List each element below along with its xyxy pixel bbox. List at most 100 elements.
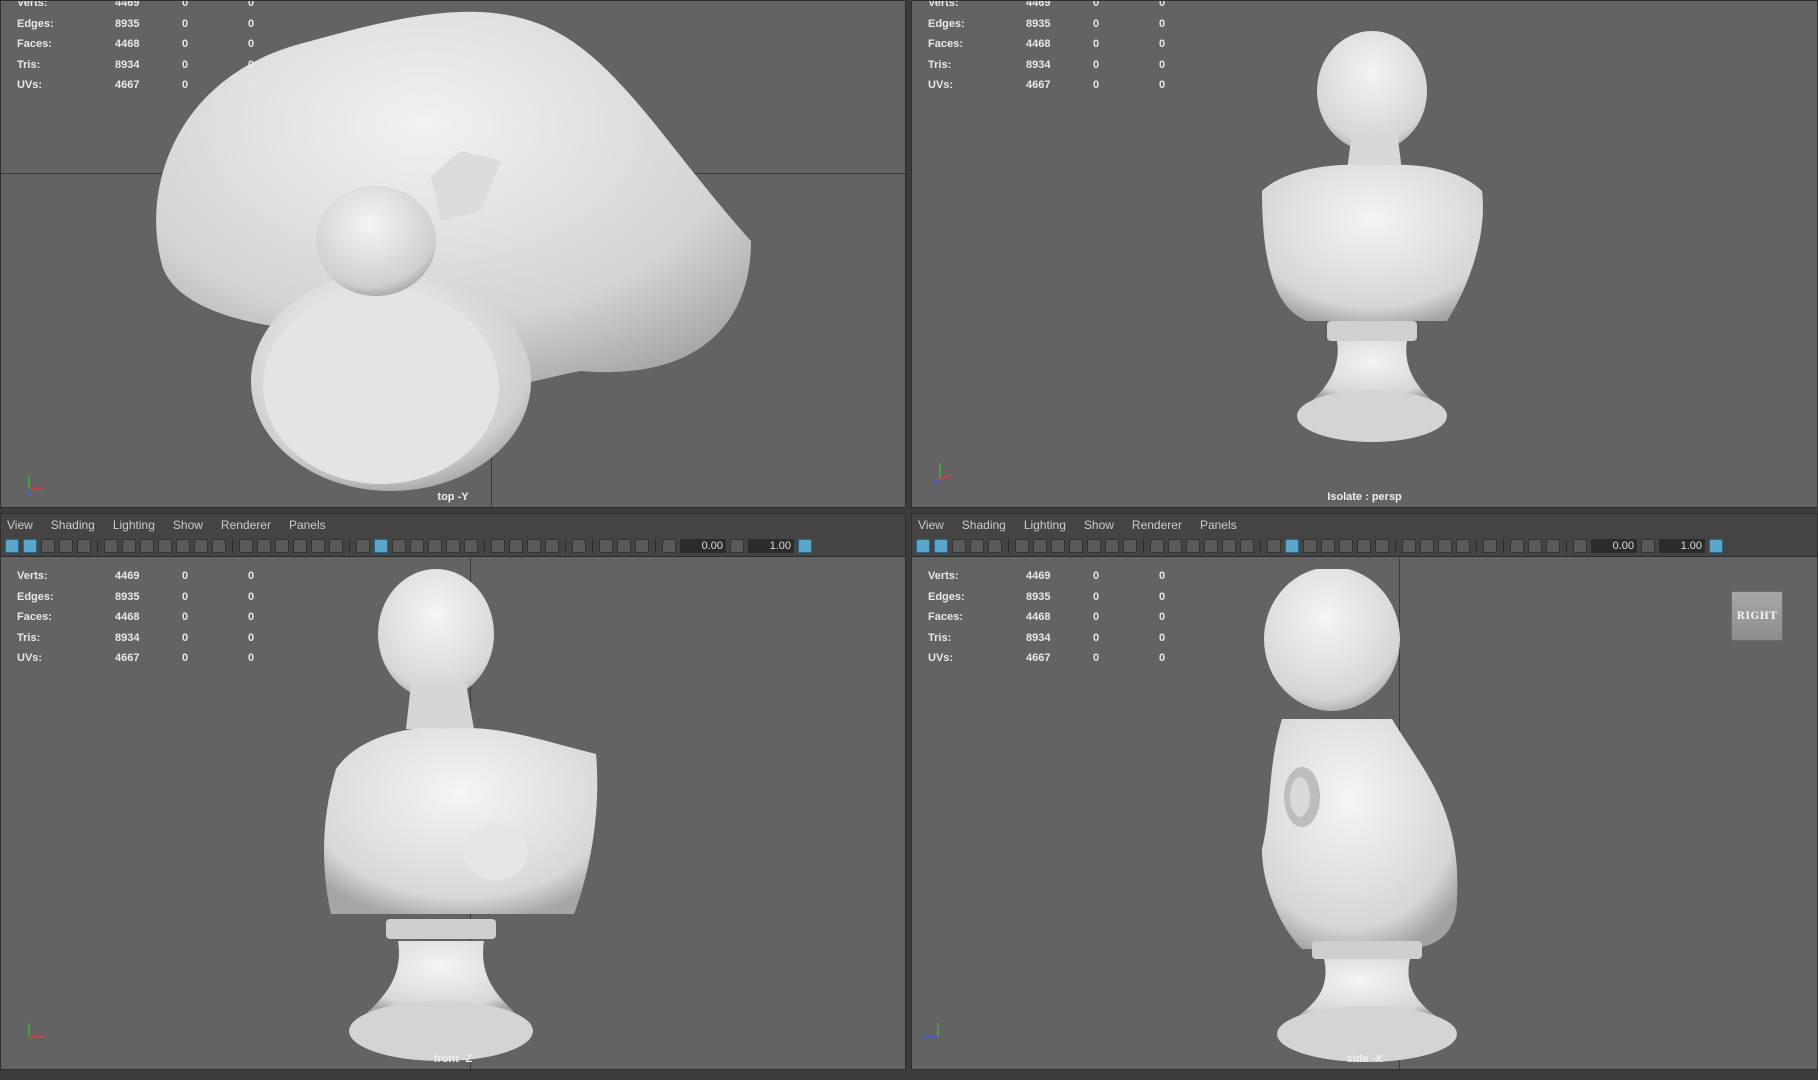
panel-menubar: View Shading Lighting Show Renderer Pane… (912, 514, 1817, 536)
shadows-icon[interactable] (1357, 539, 1371, 553)
ambient-occlusion-icon[interactable] (1402, 539, 1416, 553)
snapshot-icon[interactable] (1510, 539, 1524, 553)
color-management-icon[interactable] (798, 539, 812, 553)
exposure-icon[interactable] (662, 539, 676, 553)
film-gate-icon[interactable] (158, 539, 172, 553)
grease-pencil-icon[interactable] (1033, 539, 1047, 553)
poly-count-hud: Verts: 4469 0 0 Edges: 8935 0 0 Faces: 4468 0 0 T… (928, 0, 1166, 91)
viewport-top[interactable]: Verts: 4469 0 0 Edges: 8935 0 0 Faces: 4468 0 0 T… (0, 0, 906, 508)
2d-pan-icon[interactable] (988, 539, 1002, 553)
bust-model-side[interactable] (1242, 569, 1482, 1069)
film-gate-toggle-icon[interactable] (1168, 539, 1182, 553)
select-camera-icon[interactable] (916, 539, 930, 553)
gate-mask-icon[interactable] (1222, 539, 1236, 553)
gamma-field[interactable]: 1.00 (1659, 539, 1705, 553)
xray-icon[interactable] (1339, 539, 1353, 553)
overscan-icon[interactable] (1240, 539, 1254, 553)
exposure-field[interactable]: 0.00 (680, 539, 726, 553)
menu-view[interactable]: View (7, 518, 33, 532)
viewcube[interactable]: RIGHT (1731, 591, 1783, 641)
menu-view[interactable]: View (918, 518, 944, 532)
motion-blur-icon[interactable] (527, 539, 541, 553)
smooth-shade-icon[interactable] (374, 539, 388, 553)
resolution-gate-icon[interactable] (1087, 539, 1101, 553)
select-icon[interactable] (572, 539, 586, 553)
separator (565, 539, 566, 553)
lighting-icon[interactable] (1303, 539, 1317, 553)
xray-icon[interactable] (428, 539, 442, 553)
lock-camera-icon[interactable] (140, 539, 154, 553)
menu-renderer[interactable]: Renderer (221, 518, 271, 532)
viewport-front[interactable]: View Shading Lighting Show Renderer Pane… (0, 513, 906, 1070)
isolate-icon[interactable] (1375, 539, 1389, 553)
safe-title-icon[interactable] (1204, 539, 1218, 553)
pen-icon[interactable] (1123, 539, 1137, 553)
2d-pan-icon[interactable] (77, 539, 91, 553)
menu-show[interactable]: Show (1084, 518, 1114, 532)
safe-title-icon[interactable] (293, 539, 307, 553)
bust-model-persp[interactable] (1222, 21, 1512, 471)
layout-icon[interactable] (617, 539, 631, 553)
menu-renderer[interactable]: Renderer (1132, 518, 1182, 532)
frame-icon[interactable] (1546, 539, 1560, 553)
ambient-occlusion-icon[interactable] (491, 539, 505, 553)
frame-icon[interactable] (635, 539, 649, 553)
depth-of-field-icon[interactable] (1456, 539, 1470, 553)
camera-icon[interactable] (1015, 539, 1029, 553)
color-management-icon[interactable] (1709, 539, 1723, 553)
axis-gizmo-icon (933, 463, 953, 483)
gamma-field[interactable]: 1.00 (748, 539, 794, 553)
lighting-icon[interactable] (392, 539, 406, 553)
menu-shading[interactable]: Shading (962, 518, 1006, 532)
menu-show[interactable]: Show (173, 518, 203, 532)
film-gate-icon[interactable] (1069, 539, 1083, 553)
textured-icon[interactable] (410, 539, 424, 553)
safe-action-icon[interactable] (1105, 539, 1119, 553)
antialias-icon[interactable] (509, 539, 523, 553)
snapshot-icon[interactable] (599, 539, 613, 553)
overscan-icon[interactable] (329, 539, 343, 553)
select-icon[interactable] (1483, 539, 1497, 553)
image-plane-icon[interactable] (59, 539, 73, 553)
grid-icon[interactable] (1150, 539, 1164, 553)
film-gate-toggle-icon[interactable] (257, 539, 271, 553)
viewport-persp[interactable]: Verts: 4469 0 0 Edges: 8935 0 0 Faces: 4468 0 0 T… (911, 0, 1818, 508)
depth-of-field-icon[interactable] (545, 539, 559, 553)
field-chart-icon[interactable] (1186, 539, 1200, 553)
antialias-icon[interactable] (1420, 539, 1434, 553)
grease-pencil-icon[interactable] (122, 539, 136, 553)
bookmark-icon[interactable] (41, 539, 55, 553)
wireframe-icon[interactable] (356, 539, 370, 553)
motion-blur-icon[interactable] (1438, 539, 1452, 553)
lock-camera-icon[interactable] (1051, 539, 1065, 553)
gamma-icon[interactable] (730, 539, 744, 553)
bust-model-front[interactable] (306, 569, 606, 1069)
exposure-icon[interactable] (1573, 539, 1587, 553)
exposure-field[interactable]: 0.00 (1591, 539, 1637, 553)
gamma-icon[interactable] (1641, 539, 1655, 553)
menu-panels[interactable]: Panels (289, 518, 326, 532)
menu-lighting[interactable]: Lighting (113, 518, 155, 532)
shadows-icon[interactable] (446, 539, 460, 553)
pen-icon[interactable] (212, 539, 226, 553)
bookmark-icon[interactable] (952, 539, 966, 553)
camera-attributes-icon[interactable] (23, 539, 37, 553)
select-camera-icon[interactable] (5, 539, 19, 553)
field-chart-icon[interactable] (275, 539, 289, 553)
menu-panels[interactable]: Panels (1200, 518, 1237, 532)
menu-lighting[interactable]: Lighting (1024, 518, 1066, 532)
isolate-icon[interactable] (464, 539, 478, 553)
smooth-shade-icon[interactable] (1285, 539, 1299, 553)
gate-mask-icon[interactable] (311, 539, 325, 553)
grid-icon[interactable] (239, 539, 253, 553)
wireframe-icon[interactable] (1267, 539, 1281, 553)
layout-icon[interactable] (1528, 539, 1542, 553)
textured-icon[interactable] (1321, 539, 1335, 553)
viewport-side[interactable]: View Shading Lighting Show Renderer Pane… (911, 513, 1818, 1070)
camera-icon[interactable] (104, 539, 118, 553)
menu-shading[interactable]: Shading (51, 518, 95, 532)
image-plane-icon[interactable] (970, 539, 984, 553)
resolution-gate-icon[interactable] (176, 539, 190, 553)
camera-attributes-icon[interactable] (934, 539, 948, 553)
safe-action-icon[interactable] (194, 539, 208, 553)
